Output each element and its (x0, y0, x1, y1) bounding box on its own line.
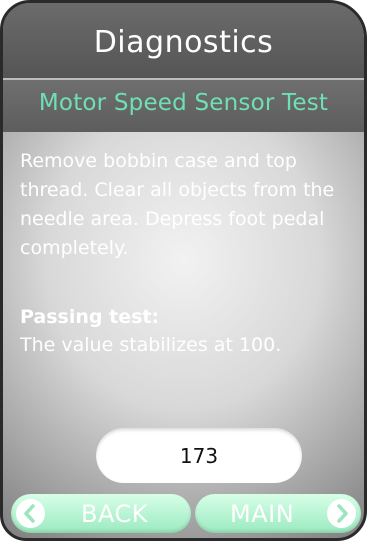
passing-label: Passing test: (20, 306, 160, 328)
chevron-right-icon (327, 499, 356, 528)
test-title: Motor Speed Sensor Test (38, 90, 329, 116)
back-button[interactable]: BACK (11, 494, 191, 533)
back-button-label: BACK (81, 500, 148, 528)
page-title: Diagnostics (93, 25, 274, 60)
main-button-label: MAIN (230, 500, 295, 528)
passing-criteria: Passing test: The value stabilizes at 10… (20, 303, 360, 359)
diagnostics-screen: Diagnostics Motor Speed Sensor Test Remo… (0, 0, 367, 541)
header-bar: Diagnostics (3, 3, 364, 80)
chevron-left-icon (16, 499, 45, 528)
test-instructions: Remove bobbin case and top thread. Clear… (20, 150, 335, 259)
test-title-bar: Motor Speed Sensor Test (3, 80, 364, 132)
sensor-value: 173 (179, 444, 219, 468)
sensor-value-display: 173 (96, 428, 302, 483)
main-button[interactable]: MAIN (195, 494, 361, 533)
passing-text: The value stabilizes at 100. (20, 334, 282, 356)
